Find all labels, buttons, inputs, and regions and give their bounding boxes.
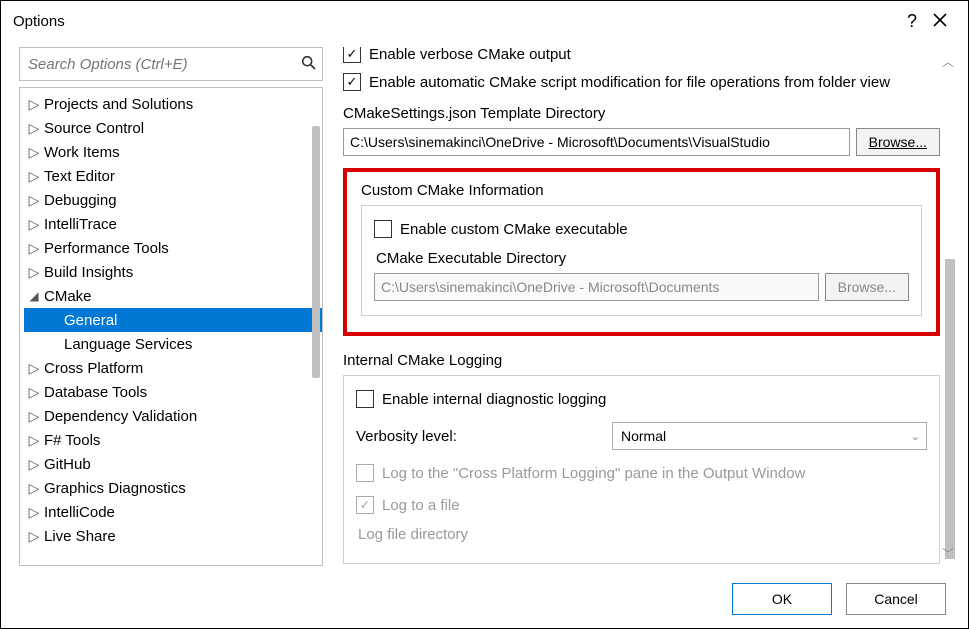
close-button[interactable] <box>924 13 956 30</box>
caret-right-icon: ▷ <box>26 120 42 137</box>
logging-heading: Internal CMake Logging <box>343 352 940 369</box>
log-pane-checkbox[interactable] <box>356 464 374 482</box>
template-dir-input[interactable] <box>343 128 850 156</box>
tree-item-work-items[interactable]: ▷Work Items <box>24 140 322 164</box>
tree-item-intellitrace[interactable]: ▷IntelliTrace <box>24 212 322 236</box>
logging-enable-label: Enable internal diagnostic logging <box>382 391 606 408</box>
tree-item-label: Text Editor <box>42 168 115 185</box>
scroll-down-icon[interactable]: ﹀ <box>942 545 954 562</box>
caret-right-icon: ▷ <box>26 96 42 113</box>
tree-item-build-insights[interactable]: ▷Build Insights <box>24 260 322 284</box>
tree-item-label: Cross Platform <box>42 360 143 377</box>
caret-right-icon: ▷ <box>26 192 42 209</box>
tree-item-dependency-validation[interactable]: ▷Dependency Validation <box>24 404 322 428</box>
tree-item-label: Work Items <box>42 144 120 161</box>
log-file-label: Log to a file <box>382 497 460 514</box>
tree-item-label: Projects and Solutions <box>42 96 193 113</box>
tree-item-intellicode[interactable]: ▷IntelliCode <box>24 500 322 524</box>
verbosity-select[interactable]: Normal ⌄ <box>612 422 927 450</box>
help-button[interactable]: ? <box>900 11 924 32</box>
tree-item-label: Source Control <box>42 120 144 137</box>
log-dir-label: Log file directory <box>358 526 927 543</box>
tree-item-label: Database Tools <box>42 384 147 401</box>
caret-right-icon: ▷ <box>26 168 42 185</box>
caret-right-icon: ▷ <box>26 240 42 257</box>
tree-scrollbar-thumb[interactable] <box>312 126 320 378</box>
caret-right-icon: ▷ <box>26 408 42 425</box>
tree-item-graphics-diagnostics[interactable]: ▷Graphics Diagnostics <box>24 476 322 500</box>
tree-item-text-editor[interactable]: ▷Text Editor <box>24 164 322 188</box>
tree-item-github[interactable]: ▷GitHub <box>24 452 322 476</box>
tree-item-label: Performance Tools <box>42 240 169 257</box>
window-title: Options <box>13 13 900 30</box>
caret-right-icon: ▷ <box>26 456 42 473</box>
custom-enable-label: Enable custom CMake executable <box>400 221 628 238</box>
tree-item-general[interactable]: General <box>24 308 322 332</box>
verbose-output-label: Enable verbose CMake output <box>369 47 571 63</box>
template-dir-browse-button[interactable]: Browse... <box>856 128 940 156</box>
caret-right-icon: ▷ <box>26 432 42 449</box>
template-dir-label: CMakeSettings.json Template Directory <box>343 105 940 122</box>
auto-script-checkbox[interactable]: ✓ <box>343 73 361 91</box>
tree-item-f-tools[interactable]: ▷F# Tools <box>24 428 322 452</box>
tree-item-cross-platform[interactable]: ▷Cross Platform <box>24 356 322 380</box>
tree-item-cmake[interactable]: ◢CMake <box>24 284 322 308</box>
caret-right-icon: ▷ <box>26 144 42 161</box>
verbose-output-checkbox[interactable]: ✓ <box>343 47 361 63</box>
tree-item-language-services[interactable]: Language Services <box>24 332 322 356</box>
caret-down-icon: ◢ <box>26 289 42 303</box>
cancel-button[interactable]: Cancel <box>846 583 946 615</box>
search-input[interactable] <box>20 48 296 80</box>
panel-scrollbar-thumb[interactable] <box>945 259 955 559</box>
tree-item-label: F# Tools <box>42 432 100 449</box>
log-pane-label: Log to the "Cross Platform Logging" pane… <box>382 465 805 482</box>
tree-item-performance-tools[interactable]: ▷Performance Tools <box>24 236 322 260</box>
caret-right-icon: ▷ <box>26 216 42 233</box>
tree-item-label: Graphics Diagnostics <box>42 480 186 497</box>
tree-item-debugging[interactable]: ▷Debugging <box>24 188 322 212</box>
chevron-down-icon: ⌄ <box>911 430 920 443</box>
tree-item-source-control[interactable]: ▷Source Control <box>24 116 322 140</box>
tree-item-database-tools[interactable]: ▷Database Tools <box>24 380 322 404</box>
tree-item-label: Language Services <box>62 336 192 353</box>
log-file-checkbox[interactable]: ✓ <box>356 496 374 514</box>
tree-item-label: General <box>62 312 117 329</box>
custom-cmake-heading: Custom CMake Information <box>361 182 922 199</box>
scroll-up-icon[interactable]: ︿ <box>942 53 954 70</box>
verbosity-label: Verbosity level: <box>356 428 606 445</box>
search-icon <box>296 55 322 74</box>
caret-right-icon: ▷ <box>26 504 42 521</box>
custom-dir-browse-button[interactable]: Browse... <box>825 273 909 301</box>
tree-item-label: Build Insights <box>42 264 133 281</box>
ok-button[interactable]: OK <box>732 583 832 615</box>
tree-item-label: GitHub <box>42 456 91 473</box>
tree-item-projects-and-solutions[interactable]: ▷Projects and Solutions <box>24 92 322 116</box>
caret-right-icon: ▷ <box>26 384 42 401</box>
caret-right-icon: ▷ <box>26 360 42 377</box>
custom-dir-label: CMake Executable Directory <box>376 250 909 267</box>
panel-scrollbar[interactable]: ︿ ﹀ <box>940 47 956 566</box>
caret-right-icon: ▷ <box>26 264 42 281</box>
caret-right-icon: ▷ <box>26 480 42 497</box>
search-box[interactable] <box>19 47 323 81</box>
tree-item-live-share[interactable]: ▷Live Share <box>24 524 322 548</box>
tree-item-label: IntelliTrace <box>42 216 117 233</box>
caret-right-icon: ▷ <box>26 528 42 545</box>
custom-dir-input[interactable] <box>374 273 819 301</box>
tree-item-label: CMake <box>42 288 92 305</box>
verbosity-value: Normal <box>621 428 666 444</box>
options-tree[interactable]: ▷Projects and Solutions▷Source Control▷W… <box>20 88 322 565</box>
tree-item-label: Live Share <box>42 528 116 545</box>
tree-item-label: Dependency Validation <box>42 408 197 425</box>
logging-enable-checkbox[interactable] <box>356 390 374 408</box>
custom-cmake-highlight: Custom CMake Information Enable custom C… <box>343 168 940 336</box>
auto-script-label: Enable automatic CMake script modificati… <box>369 74 890 91</box>
custom-enable-checkbox[interactable] <box>374 220 392 238</box>
tree-item-label: IntelliCode <box>42 504 115 521</box>
tree-item-label: Debugging <box>42 192 117 209</box>
